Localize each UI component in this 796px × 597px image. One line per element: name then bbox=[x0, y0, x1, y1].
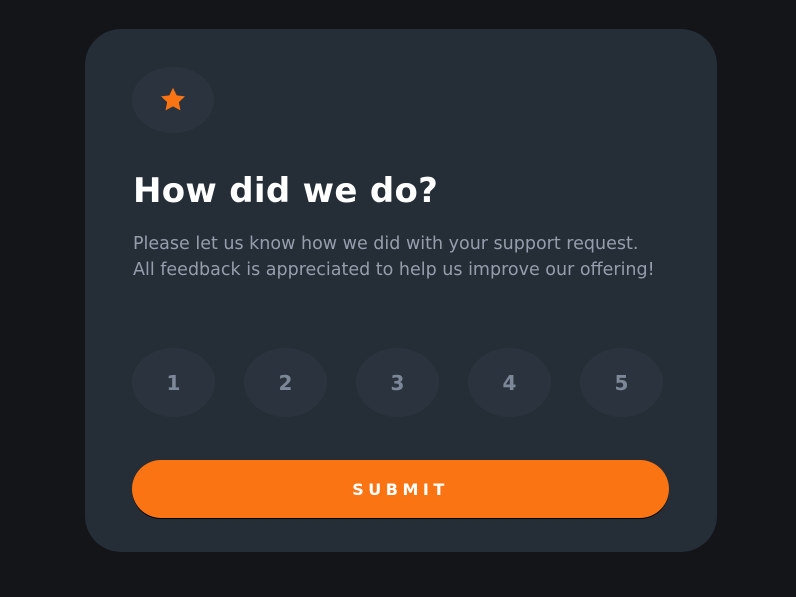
rating-options: 1 2 3 4 5 bbox=[132, 348, 663, 417]
star-icon bbox=[158, 85, 188, 115]
rating-option-4[interactable]: 4 bbox=[468, 348, 551, 417]
rating-option-2[interactable]: 2 bbox=[244, 348, 327, 417]
card-description: Please let us know how we did with your … bbox=[133, 234, 655, 280]
submit-button[interactable]: SUBMIT bbox=[132, 460, 669, 518]
rating-option-3[interactable]: 3 bbox=[356, 348, 439, 417]
card-title: How did we do? bbox=[133, 171, 439, 211]
star-icon-circle bbox=[132, 67, 214, 133]
rating-option-5[interactable]: 5 bbox=[580, 348, 663, 417]
rating-option-1[interactable]: 1 bbox=[132, 348, 215, 417]
rating-card: How did we do? Please let us know how we… bbox=[85, 29, 717, 552]
